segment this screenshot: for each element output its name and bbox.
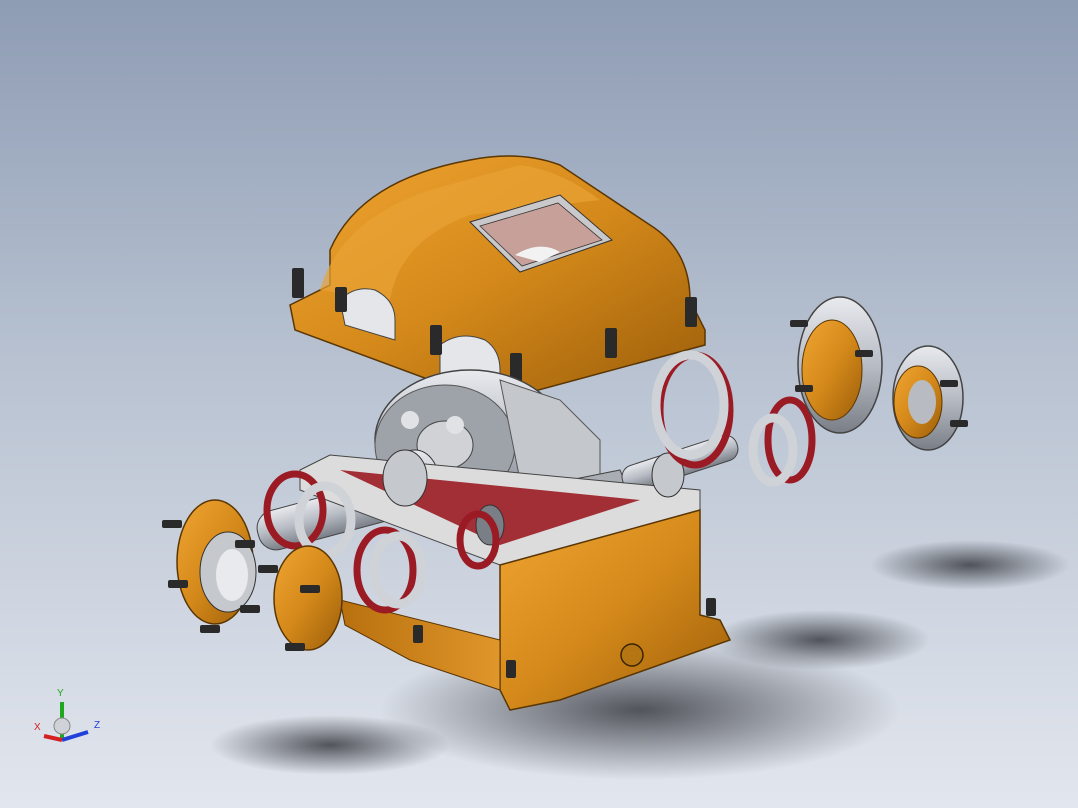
triad-sphere bbox=[53, 717, 71, 735]
x-axis-label: X bbox=[34, 722, 41, 733]
graphics-viewport[interactable] bbox=[0, 0, 1078, 808]
y-axis-label: Y bbox=[57, 688, 64, 699]
top-cover[interactable] bbox=[289, 155, 706, 396]
exploded-gearbox-model[interactable] bbox=[0, 0, 1078, 808]
x-axis-arrow bbox=[43, 734, 63, 742]
left-blind-cap[interactable] bbox=[273, 545, 343, 651]
right-end-cap[interactable] bbox=[797, 296, 883, 434]
right-small-cap[interactable] bbox=[892, 345, 964, 451]
coordinate-triad: Y X Z bbox=[30, 688, 110, 748]
z-axis-label: Z bbox=[94, 720, 101, 731]
